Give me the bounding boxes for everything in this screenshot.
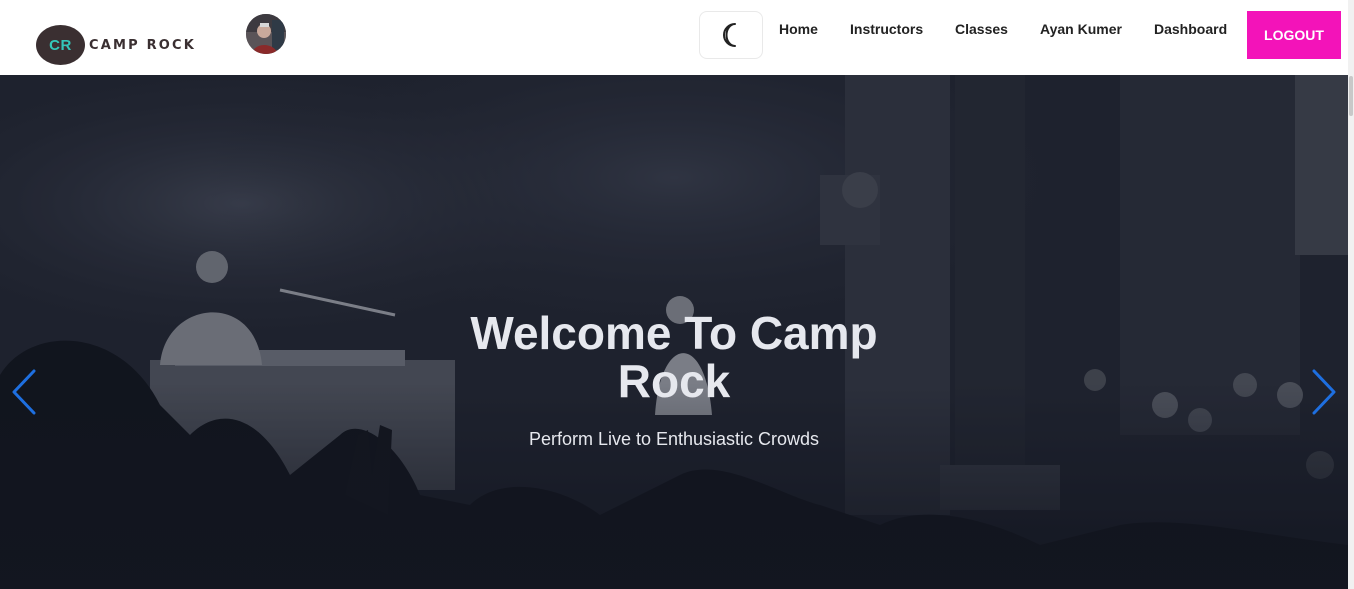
nav-link-user-name[interactable]: Ayan Kumer — [1040, 21, 1122, 37]
hero-title: Welcome To Camp Rock — [470, 307, 878, 407]
hero-subtitle: Perform Live to Enthusiastic Crowds — [528, 429, 820, 449]
nav-link-home[interactable]: Home — [779, 21, 818, 37]
theme-toggle-button[interactable] — [699, 11, 763, 59]
logo-text: CAMP ROCK — [89, 37, 197, 53]
nav-link-instructors[interactable]: Instructors — [850, 21, 923, 37]
chevron-right-icon — [1312, 369, 1336, 415]
avatar[interactable] — [246, 14, 286, 54]
logout-button[interactable]: LOGOUT — [1247, 11, 1341, 59]
chevron-left-icon — [12, 369, 36, 415]
page-scrollbar-thumb[interactable] — [1349, 76, 1353, 116]
logo-badge: CR — [36, 25, 85, 65]
avatar-image — [246, 14, 286, 54]
carousel-next-button[interactable] — [1308, 367, 1340, 417]
moon-icon — [723, 23, 736, 47]
nav-link-dashboard[interactable]: Dashboard — [1154, 21, 1227, 37]
hero-carousel: Welcome To Camp Rock Perform Live to Ent… — [0, 75, 1348, 589]
nav-link-classes[interactable]: Classes — [955, 21, 1008, 37]
navbar: CR CAMP ROCK Home Instructors Classes Ay… — [0, 0, 1354, 75]
carousel-prev-button[interactable] — [8, 367, 40, 417]
brand-logo[interactable]: CR CAMP ROCK — [36, 25, 212, 65]
logo-badge-text: CR — [49, 36, 72, 54]
